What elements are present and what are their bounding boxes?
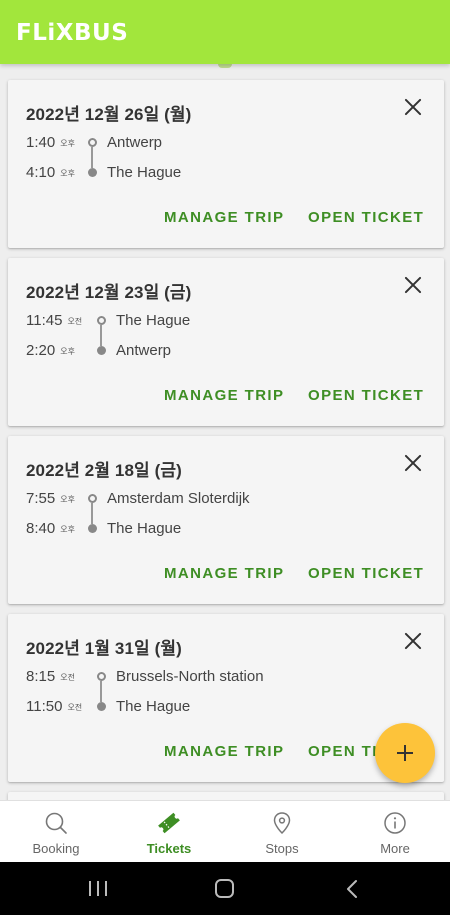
flixbus-logo: FLiXBUS (16, 20, 129, 46)
info-icon (384, 812, 406, 834)
bottom-navigation: Booking Tickets Stops More (0, 800, 450, 862)
trip-card[interactable]: 2022년 12월 23일 (금) 11:45 오전 The Hague 2:20… (8, 258, 444, 426)
trip-date: 2022년 12월 26일 (월) (26, 105, 192, 124)
departure-stop: Antwerp (107, 134, 163, 151)
arrival-stop: The Hague (116, 698, 191, 715)
arrival-time: 4:10 오후 (26, 164, 75, 181)
recent-apps-icon (89, 881, 107, 896)
remove-trip-button[interactable] (404, 98, 422, 116)
remove-trip-button[interactable] (404, 454, 422, 472)
manage-trip-button[interactable]: MANAGE TRIP (164, 209, 284, 226)
manage-trip-button[interactable]: MANAGE TRIP (164, 743, 284, 760)
home-button[interactable] (195, 862, 255, 915)
trip-card[interactable] (8, 792, 444, 800)
trip-date: 2022년 12월 23일 (금) (26, 283, 192, 302)
route-line (100, 325, 102, 346)
arrival-time: 11:50 오전 (26, 698, 83, 715)
trip-card[interactable]: 2022년 2월 18일 (금) 7:55 오후 Amsterdam Sloter… (8, 436, 444, 604)
departure-time: 11:45 오전 (26, 312, 83, 329)
departure-dot-icon (88, 494, 97, 503)
route-line (91, 147, 93, 168)
add-trip-button[interactable] (375, 723, 435, 783)
remove-trip-button[interactable] (404, 632, 422, 650)
arrival-stop: The Hague (107, 520, 182, 537)
back-button[interactable] (322, 862, 382, 915)
departure-stop: Brussels-North station (116, 668, 264, 685)
arrival-time: 8:40 오후 (26, 520, 75, 537)
nav-more[interactable]: More (339, 801, 450, 863)
arrival-dot-icon (97, 702, 106, 711)
search-icon (45, 812, 67, 834)
nav-stops[interactable]: Stops (226, 801, 338, 863)
arrival-stop: The Hague (107, 164, 182, 181)
ticket-icon (158, 812, 180, 834)
arrival-dot-icon (88, 524, 97, 533)
departure-stop: Amsterdam Sloterdijk (107, 490, 250, 507)
app-screen: FLiXBUS 2022년 12월 26일 (월) 1:40 오후 Antwerp… (0, 0, 450, 915)
remove-trip-button[interactable] (404, 276, 422, 294)
open-ticket-button[interactable]: OPEN TICKET (308, 387, 424, 404)
open-ticket-button[interactable]: OPEN TICKET (308, 565, 424, 582)
system-navigation-bar (0, 862, 450, 915)
nav-label-tickets: Tickets (146, 841, 192, 856)
departure-dot-icon (97, 672, 106, 681)
back-icon (347, 880, 357, 898)
arrival-time: 2:20 오후 (26, 342, 75, 359)
arrival-dot-icon (97, 346, 106, 355)
trip-date: 2022년 2월 18일 (금) (26, 461, 182, 480)
open-ticket-button[interactable]: OPEN TICKET (308, 209, 424, 226)
route-line (100, 681, 102, 702)
nav-label-more: More (380, 841, 410, 856)
app-header: FLiXBUS (0, 0, 450, 64)
pull-to-refresh-handle (218, 64, 232, 68)
nav-label-booking: Booking (32, 841, 80, 856)
departure-dot-icon (97, 316, 106, 325)
arrival-stop: Antwerp (116, 342, 172, 359)
manage-trip-button[interactable]: MANAGE TRIP (164, 565, 284, 582)
departure-time: 1:40 오후 (26, 134, 75, 151)
recent-apps-button[interactable] (68, 862, 128, 915)
home-icon (215, 879, 234, 898)
arrival-dot-icon (88, 168, 97, 177)
open-ticket-button[interactable]: OPEN TI (308, 743, 378, 760)
departure-time: 8:15 오전 (26, 668, 75, 685)
nav-label-stops: Stops (265, 841, 299, 856)
departure-stop: The Hague (116, 312, 191, 329)
manage-trip-button[interactable]: MANAGE TRIP (164, 387, 284, 404)
location-pin-icon (273, 812, 291, 835)
route-line (91, 503, 93, 524)
trip-date: 2022년 1월 31일 (월) (26, 639, 182, 658)
departure-time: 7:55 오후 (26, 490, 75, 507)
departure-dot-icon (88, 138, 97, 147)
trip-list[interactable]: 2022년 12월 26일 (월) 1:40 오후 Antwerp 4:10 오후 … (0, 64, 450, 800)
nav-tickets[interactable]: Tickets (113, 801, 225, 863)
trip-card[interactable]: 2022년 12월 26일 (월) 1:40 오후 Antwerp 4:10 오후 … (8, 80, 444, 248)
nav-booking[interactable]: Booking (0, 801, 112, 863)
